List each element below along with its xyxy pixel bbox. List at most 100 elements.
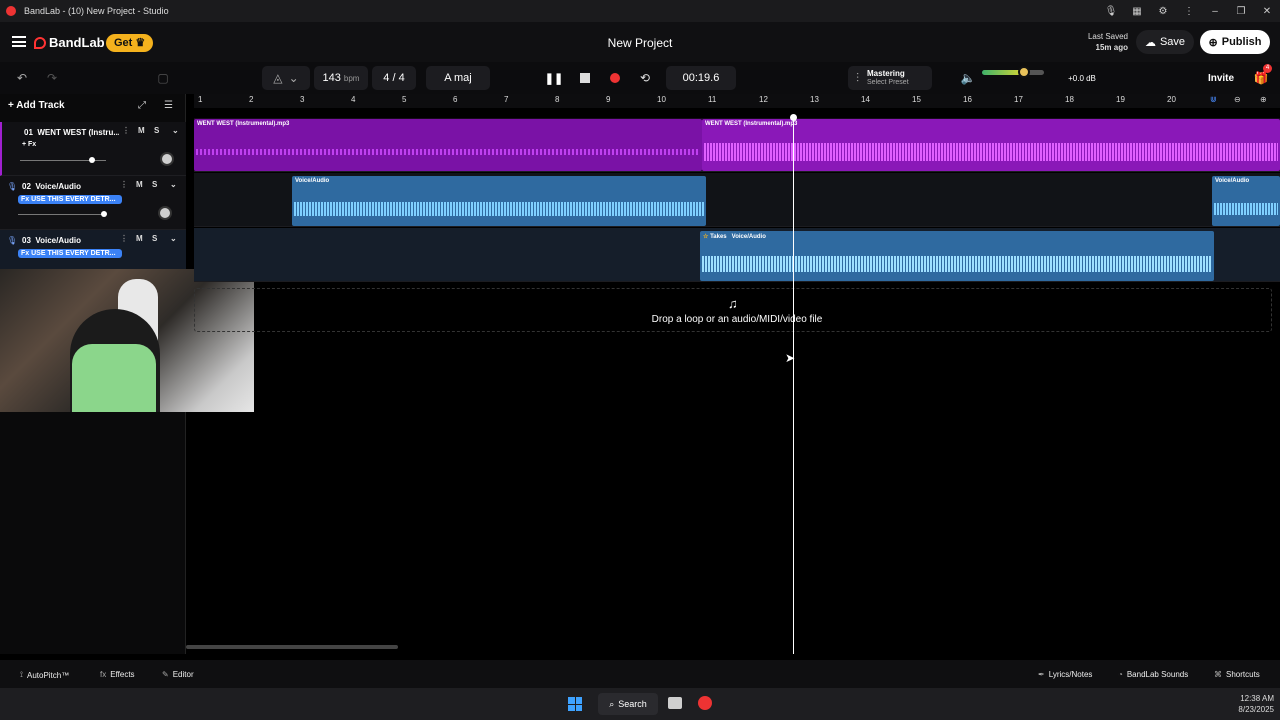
pause-button[interactable]: ❚❚ [540, 66, 568, 90]
track-name[interactable]: 01 WENT WEST (Instru... [24, 128, 119, 137]
redo-button[interactable]: ↷ [40, 66, 64, 90]
track-pan-knob[interactable] [158, 206, 172, 220]
add-track-button[interactable]: + Add Track [8, 100, 65, 111]
speaker-icon[interactable]: 🔈 [958, 66, 978, 90]
chevron-down-icon: ⌄ [288, 71, 299, 85]
snap-magnet-icon[interactable]: ⋓ [1210, 95, 1217, 104]
bar-number: 11 [708, 95, 717, 104]
undo-button[interactable]: ↶ [10, 66, 34, 90]
audio-clip[interactable]: WENT WEST (Instrumental).mp3 [702, 119, 1280, 171]
tempo-control[interactable]: 143 bpm [314, 66, 368, 90]
bar-number: 18 [1065, 95, 1074, 104]
minimize-icon[interactable]: – [1202, 6, 1228, 17]
audio-clip[interactable]: Voice/Audio [1212, 176, 1280, 226]
zoom-in-icon[interactable]: ⊕ [1260, 95, 1267, 104]
mastering-button[interactable]: ⫶ Mastering Select Preset [848, 66, 932, 90]
system-clock[interactable]: 12:38 AM 8/23/2025 [1218, 693, 1274, 715]
bar-number: 19 [1116, 95, 1125, 104]
audio-clip[interactable]: WENT WEST (Instrumental).mp3 [194, 119, 702, 171]
invite-button[interactable]: Invite [1202, 66, 1240, 90]
expand-chevron-icon[interactable]: ⌄ [170, 180, 177, 189]
bandlab-taskbar-icon[interactable] [698, 696, 712, 710]
track-lane-3[interactable]: ☆ Takes Voice/Audio [194, 228, 1280, 282]
shortcuts-icon: ⌘ [1214, 670, 1222, 679]
track-name[interactable]: 03 Voice/Audio [22, 236, 117, 245]
waveform [294, 202, 704, 216]
timeline-ruler[interactable]: 1 2 3 4 5 6 7 8 9 10 11 12 13 14 15 16 1… [194, 94, 1280, 108]
time-display: 00:19.6 [666, 66, 736, 90]
redo-icon: ↷ [46, 71, 58, 85]
bar-number: 14 [861, 95, 870, 104]
fx-icon: fx [100, 670, 107, 679]
more-icon[interactable]: ⋮ [1176, 6, 1202, 17]
close-icon[interactable]: ✕ [1254, 6, 1280, 17]
restore-icon[interactable]: ❐ [1228, 6, 1254, 17]
settings-icon[interactable]: ⚙ [1150, 6, 1176, 17]
metronome-button[interactable]: ◬ ⌄ [262, 66, 310, 90]
master-volume-knob[interactable] [1018, 66, 1030, 78]
track-header-1[interactable]: 01 WENT WEST (Instru... ⋮ M S ⌄ + Fx [0, 122, 186, 176]
track-options-icon[interactable]: ⋮ [120, 234, 128, 243]
automation-icon[interactable]: ⤢ [138, 100, 146, 111]
playhead[interactable] [793, 116, 794, 654]
last-saved-status: Last Saved 15m ago [1087, 32, 1128, 52]
mic-icon[interactable]: 🎙 [1098, 6, 1124, 17]
track-volume-handle[interactable] [89, 157, 95, 163]
solo-button[interactable]: S [154, 126, 159, 135]
save-button[interactable]: ☁ Save [1136, 30, 1194, 54]
master-volume-slider[interactable] [982, 70, 1044, 75]
waveform [704, 143, 1278, 161]
windows-start-icon[interactable] [568, 697, 582, 711]
playhead-handle[interactable] [790, 114, 797, 121]
shortcuts-button[interactable]: ⌘ Shortcuts [1214, 670, 1260, 679]
lyrics-notes-button[interactable]: ✒ Lyrics/Notes [1038, 670, 1092, 679]
audio-clip[interactable]: Voice/Audio [292, 176, 706, 226]
horizontal-scrollbar[interactable] [186, 645, 398, 649]
mute-button[interactable]: M [136, 180, 143, 189]
globe-icon: ⊕ [1208, 36, 1218, 49]
track-options-icon[interactable]: ⋮ [122, 126, 130, 135]
bar-number: 10 [657, 95, 666, 104]
mouse-cursor-icon: ➤ [785, 351, 796, 365]
metronome-icon: ◬ [273, 71, 283, 85]
autopitch-button[interactable]: ⟟ AutoPitch™ [20, 670, 69, 680]
panel-toggle-button[interactable]: ▢ [152, 66, 174, 90]
time-signature[interactable]: 4 / 4 [372, 66, 416, 90]
track-lane-1[interactable]: WENT WEST (Instrumental).mp3 WENT WEST (… [194, 118, 1280, 172]
gift-icon: 🎁 [1253, 71, 1269, 85]
gift-button[interactable]: 🎁 4 [1250, 64, 1272, 90]
record-button[interactable] [602, 66, 628, 90]
audio-clip-takes[interactable]: ☆ Takes Voice/Audio [700, 231, 1214, 281]
expand-chevron-icon[interactable]: ⌄ [172, 126, 179, 135]
effects-button[interactable]: fx Effects [100, 670, 135, 679]
track-lane-2[interactable]: Voice/Audio Voice/Audio [194, 173, 1280, 227]
mute-button[interactable]: M [136, 234, 143, 243]
window-title-bar: BandLab - (10) New Project - Studio 🎙 ▦ … [0, 0, 1280, 22]
track-options-icon[interactable]: ⋮ [120, 180, 128, 189]
track-header-2[interactable]: 🎙 02 Voice/Audio ⋮ M S ⌄ Fx USE THIS EVE… [0, 176, 186, 230]
mixer-icon[interactable]: ☰ [164, 100, 173, 111]
track-volume-handle[interactable] [101, 211, 107, 217]
stop-button[interactable] [572, 66, 598, 90]
editor-button[interactable]: ✎ Editor [162, 670, 194, 679]
record-icon [610, 73, 620, 83]
solo-button[interactable]: S [152, 234, 157, 243]
track-volume-slider[interactable] [18, 214, 104, 215]
fx-preset-tag[interactable]: Fx USE THIS EVERY DETR... [18, 195, 122, 204]
taskbar-search[interactable]: ⌕ Search [598, 693, 658, 715]
track-name[interactable]: 02 Voice/Audio [22, 182, 117, 191]
fx-preset-tag[interactable]: Fx USE THIS EVERY DETR... [18, 249, 122, 258]
solo-button[interactable]: S [152, 180, 157, 189]
bandlab-sounds-button[interactable]: ◔ BandLab Sounds [1118, 670, 1188, 679]
mute-button[interactable]: M [138, 126, 145, 135]
expand-chevron-icon[interactable]: ⌄ [170, 234, 177, 243]
grid-icon[interactable]: ▦ [1124, 6, 1150, 17]
publish-button[interactable]: ⊕ Publish [1200, 30, 1270, 54]
bar-number: 2 [249, 95, 254, 104]
key-selector[interactable]: A maj [426, 66, 490, 90]
zoom-out-icon[interactable]: ⊖ [1234, 95, 1241, 104]
track-pan-knob[interactable] [160, 152, 174, 166]
file-explorer-icon[interactable] [668, 697, 682, 709]
add-fx-button[interactable]: + Fx [22, 141, 36, 148]
loop-button[interactable]: ⟲ [632, 66, 658, 90]
